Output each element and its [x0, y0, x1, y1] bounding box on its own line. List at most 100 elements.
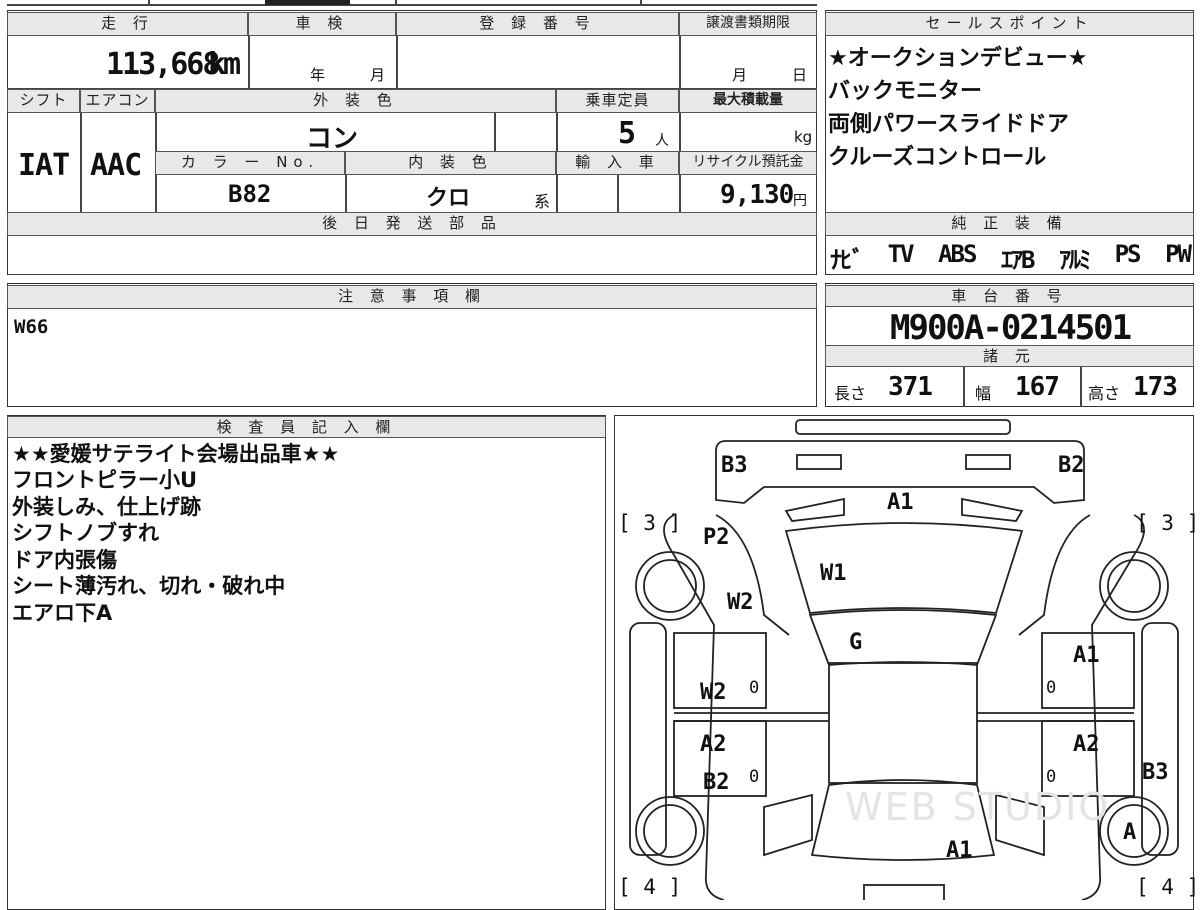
mark-w2-door: W2	[700, 680, 727, 705]
mark-a1-top: A1	[887, 490, 914, 515]
equipment-list: ﾅﾋﾞ TV ABS ｴｱB ｱﾙﾐ PS PW	[830, 240, 1192, 275]
inspector-note-line: エアロ下A	[12, 601, 113, 625]
divider	[80, 113, 82, 212]
mark-a1-bottom: A1	[946, 838, 973, 863]
mark-a-wheel: A	[1123, 820, 1137, 845]
divider	[1080, 367, 1082, 407]
equipment-airbag: ｴｱB	[1001, 246, 1035, 274]
spec-height-value: 173	[1133, 372, 1178, 402]
divider	[248, 36, 250, 88]
spec-height-label: 高さ	[1088, 384, 1121, 403]
exterior-color-value: コン	[306, 124, 359, 154]
ac-value: AAC	[90, 148, 142, 183]
shift-value: IAT	[18, 148, 70, 183]
top-stub-cut-text	[265, 0, 350, 5]
sales-point-item: ★オークションデビュー★	[828, 46, 1088, 71]
equipment-alloy: ｱﾙﾐ	[1059, 246, 1091, 274]
mileage-unit: km	[208, 47, 241, 82]
registration-header: 登 録 番 号	[396, 12, 679, 36]
inspector-note-line: フロントピラー小U	[12, 468, 198, 492]
sales-point-item: クルーズコントロール	[828, 145, 1047, 170]
divider	[679, 36, 681, 88]
equipment-header: 純 正 装 備	[825, 212, 1194, 236]
max-load-unit: kg	[794, 128, 813, 146]
divider	[963, 367, 965, 407]
corner-label-front-left: [ 3 ]	[618, 511, 682, 535]
mileage-header: 走 行	[7, 12, 248, 36]
mark-a2-right: A2	[1073, 732, 1100, 757]
shaken-header: 車 検	[248, 12, 396, 36]
equipment-ps: PS	[1114, 240, 1142, 268]
divider	[396, 36, 398, 88]
sales-point-item: バックモニター	[828, 79, 983, 104]
mark-b2-left: B2	[703, 770, 730, 795]
recycle-deposit-header: リサイクル預託金	[679, 151, 817, 175]
shift-header: シフト	[7, 89, 80, 113]
spec-width-label: 幅	[975, 384, 992, 403]
recycle-deposit-value: 9,130	[720, 180, 794, 210]
spec-length-value: 371	[888, 372, 933, 402]
shaken-year-label: 年	[310, 66, 326, 84]
corner-label-front-right: [ 3 ]	[1136, 511, 1200, 535]
top-stub	[148, 0, 150, 6]
mark-p2: P2	[703, 525, 730, 550]
exterior-color-header: 外 装 色	[155, 89, 556, 113]
interior-color-header: 内 装 色	[345, 151, 556, 175]
mark-g: G	[849, 630, 863, 655]
chassis-number-value: M900A-0214501	[890, 308, 1132, 348]
inspector-note-line: ★★愛媛サテライト会場出品車★★	[12, 442, 340, 466]
ac-header: エアコン	[80, 89, 155, 113]
interior-color-suffix: 系	[534, 192, 551, 211]
capacity-value: 5	[618, 116, 637, 151]
mark-b2-top: B2	[1058, 453, 1085, 478]
inspector-note-line: 外装しみ、仕上げ跡	[12, 495, 201, 519]
transfer-day-label: 日	[792, 66, 808, 84]
corner-label-rear-right: [ 4 ]	[1136, 875, 1200, 899]
color-no-header: カ ラ ー No.	[155, 151, 345, 175]
corner-label-rear-left: [ 4 ]	[618, 875, 682, 899]
color-no-value: B82	[228, 180, 272, 208]
inspector-note-line: シフトノブすれ	[12, 521, 159, 545]
equipment-navi: ﾅﾋﾞ	[830, 246, 864, 274]
caution-notes-header: 注 意 事 項 欄	[7, 285, 817, 309]
later-parts-header: 後 日 発 送 部 品	[7, 212, 817, 236]
mark-b3-right: B3	[1142, 760, 1169, 785]
max-load-header: 最大積載量	[679, 89, 817, 113]
divider	[494, 113, 496, 151]
chassis-number-header: 車 台 番 号	[825, 285, 1194, 307]
top-stub	[640, 0, 642, 6]
zero-mark: 0	[1046, 767, 1057, 787]
shaken-month-label: 月	[370, 66, 386, 84]
mark-b3-top: B3	[721, 453, 748, 478]
inspector-notes-header: 検 査 員 記 入 欄	[7, 416, 606, 438]
interior-color-value: クロ	[426, 186, 471, 211]
top-rule	[7, 4, 817, 6]
mark-w1: W1	[820, 561, 847, 586]
spec-width-value: 167	[1015, 372, 1060, 402]
equipment-pw: PW	[1165, 240, 1192, 268]
recycle-deposit-unit: 円	[793, 193, 807, 209]
top-stub	[395, 0, 397, 6]
zero-mark: 0	[749, 678, 760, 698]
sales-points-header: セールスポイント	[825, 12, 1194, 36]
spec-length-label: 長さ	[834, 384, 867, 403]
mark-a2-left: A2	[700, 732, 727, 757]
transfer-month-label: 月	[732, 66, 748, 84]
watermark: WEB STUDIO	[845, 785, 1111, 829]
equipment-abs: ABS	[938, 240, 977, 268]
capacity-unit: 人	[655, 133, 669, 149]
specs-header: 諸 元	[825, 345, 1194, 367]
inspector-note-line: シート薄汚れ、切れ・破れ中	[12, 574, 286, 598]
zero-mark: 0	[749, 767, 760, 787]
sales-point-item: 両側パワースライドドア	[828, 112, 1069, 137]
divider	[345, 175, 347, 212]
zero-mark: 0	[1046, 678, 1057, 698]
divider	[617, 175, 619, 212]
caution-notes-value: W66	[14, 316, 49, 338]
equipment-tv: TV	[887, 240, 915, 268]
import-header: 輸 入 車	[556, 151, 679, 175]
mark-w2-left: W2	[727, 590, 754, 615]
inspector-note-line: ドア内張傷	[12, 548, 117, 572]
transfer-deadline-header: 譲渡書類期限	[679, 12, 817, 36]
capacity-header: 乗車定員	[556, 89, 679, 113]
